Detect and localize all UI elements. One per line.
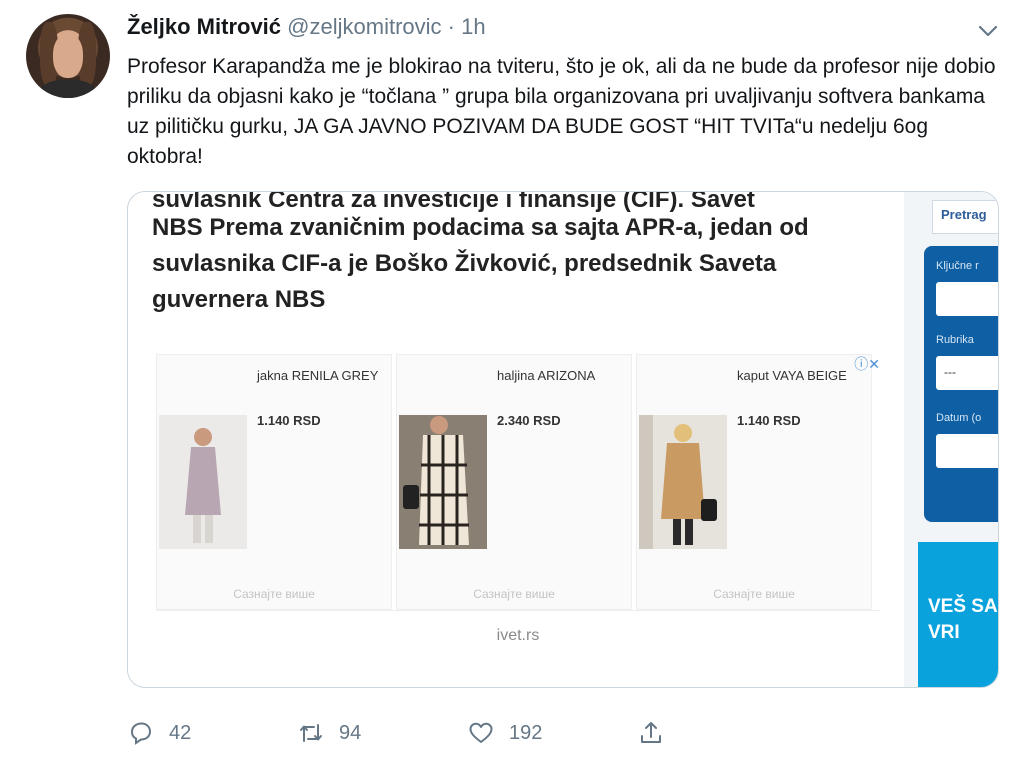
learn-more-link[interactable]: Сазнајте више [397, 587, 631, 601]
tweet-text: Profesor Karapandža me je blokirao na tv… [127, 55, 996, 168]
learn-more-link[interactable]: Сазнајте више [157, 587, 391, 601]
ad-product-2[interactable]: haljina ARIZONA 2.340 RSD Сазнајте више [396, 354, 632, 610]
reply-count: 42 [169, 721, 192, 744]
site-sidebar: Pretrag Ključne r Rubrika --- Datum (o V… [904, 192, 998, 687]
retweet-button[interactable]: 94 [297, 715, 361, 751]
reply-button[interactable]: 42 [127, 715, 191, 751]
like-count: 192 [509, 721, 543, 744]
sidebar-banner[interactable]: VEŠ SA I VRI [918, 542, 998, 687]
embedded-image-card[interactable]: suvlasnik Centra za investicije i finans… [127, 191, 999, 688]
learn-more-link[interactable]: Сазнајте више [637, 587, 871, 601]
author-name[interactable]: Željko Mitrović [127, 14, 281, 39]
avatar[interactable] [26, 14, 110, 98]
tweet-time[interactable]: 1h [461, 14, 485, 39]
section-select[interactable]: --- [936, 356, 998, 390]
ad-product-1[interactable]: jakna RENILA GREY 1.140 RSD Сазнајте виш… [156, 354, 392, 610]
avatar-face [53, 34, 83, 78]
banner-text: VEŠ SA I VRI [928, 596, 998, 643]
product-price: 2.340 RSD [497, 413, 561, 428]
author-handle[interactable]: @zeljkomitrovic [287, 14, 441, 39]
product-title: haljina ARIZONA [497, 368, 596, 383]
reply-icon [130, 722, 152, 745]
product-title: jakna RENILA GREY [257, 368, 379, 383]
tweet-actions: 42 94 192 [127, 715, 687, 751]
search-panel: Ključne r Rubrika --- Datum (o [924, 246, 998, 522]
product-image-coat [639, 415, 727, 549]
share-button[interactable] [637, 715, 679, 751]
product-image-dress [399, 415, 487, 549]
ad-info-close-icon[interactable]: ⓘ✕ [854, 354, 880, 374]
ad-product-3[interactable]: kaput VAYA BEIGE 1.140 RSD Сазнајте више [636, 354, 872, 610]
article-screenshot: suvlasnik Centra za investicije i finans… [128, 192, 904, 687]
heart-icon [469, 722, 493, 743]
ad-source[interactable]: ivet.rs [156, 610, 880, 660]
product-price: 1.140 RSD [257, 413, 321, 428]
retweet-count: 94 [339, 721, 362, 744]
date-input[interactable] [936, 434, 998, 468]
product-title: kaput VAYA BEIGE [737, 368, 847, 383]
keywords-label: Ključne r [936, 260, 979, 272]
tweet-header: Željko Mitrović @zeljkomitrovic · 1h [127, 14, 486, 40]
date-label: Datum (o [936, 412, 982, 424]
header-separator: · [447, 14, 455, 39]
like-button[interactable]: 192 [467, 715, 542, 751]
avatar-shirt [40, 80, 96, 98]
retweet-icon [300, 724, 322, 742]
product-image-jacket [159, 415, 247, 549]
ad-box: jakna RENILA GREY 1.140 RSD Сазнајте виш… [156, 354, 880, 610]
share-icon [641, 722, 661, 743]
product-price: 1.140 RSD [737, 413, 801, 428]
chevron-down-icon[interactable] [973, 18, 1003, 44]
search-tab[interactable]: Pretrag [932, 200, 998, 234]
article-body: NBS Prema zvaničnim podacima sa sajta AP… [152, 214, 809, 313]
section-label: Rubrika [936, 334, 974, 346]
keywords-input[interactable] [936, 282, 998, 316]
